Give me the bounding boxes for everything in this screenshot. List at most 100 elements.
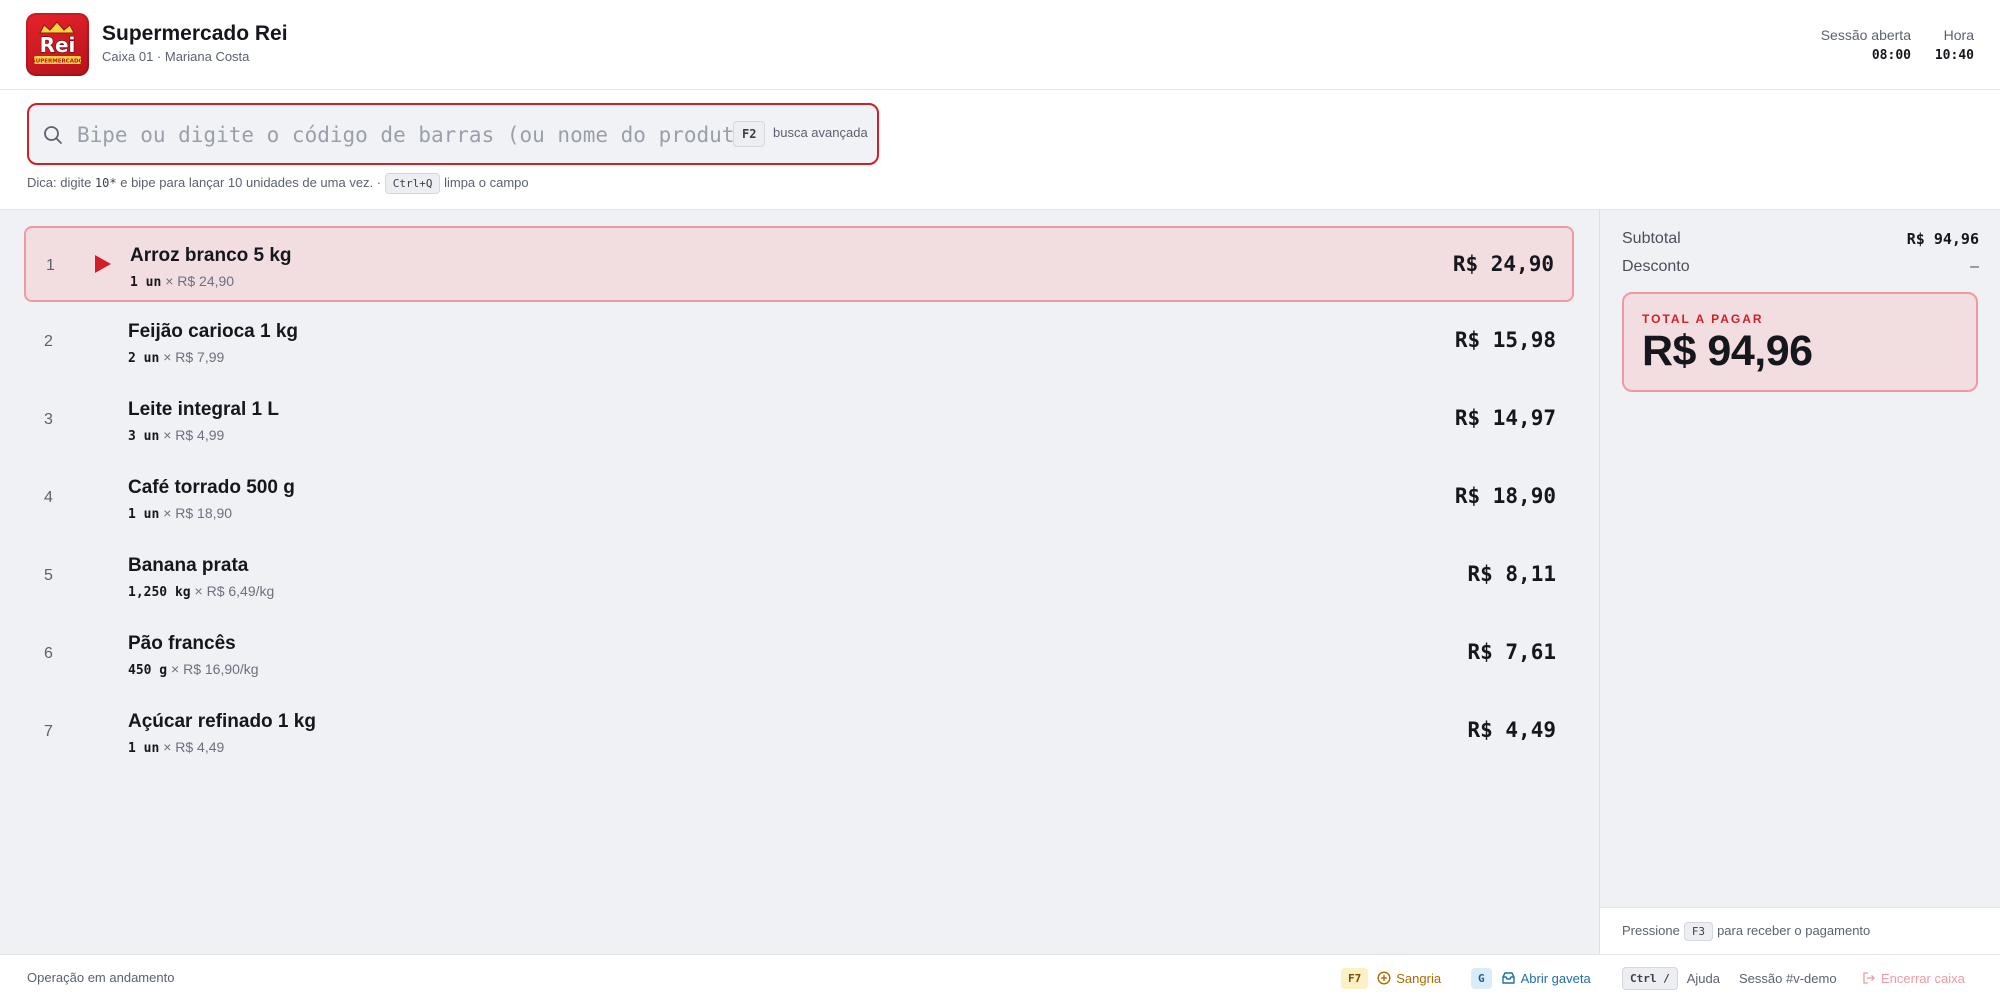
subtotal-value: R$ 94,96 [1906, 230, 1979, 248]
pay-prefix: Pressione [1622, 923, 1680, 938]
item-total: R$ 15,98 [1454, 328, 1556, 352]
svg-text:SUPERMERCADO: SUPERMERCADO [32, 59, 84, 65]
total-box: TOTAL A PAGAR R$ 94,96 [1622, 292, 1978, 392]
payment-hint: Pressione F3 para receber o pagamento [1600, 907, 2000, 954]
item-row[interactable]: 7 Açúcar refinado 1 kg 1 un × R$ 4,49 R$ 4,… [24, 694, 1574, 770]
time-value: 10:40 [1934, 48, 1974, 63]
status-bar: Operação em andamento F7 Sangria G Abrir… [0, 954, 2000, 1000]
item-name: Banana prata [128, 555, 249, 576]
svg-text:Rei: Rei [40, 33, 76, 57]
item-index: 3 [44, 411, 53, 428]
store-logo: Rei SUPERMERCADO [26, 13, 89, 76]
item-unit-price: × R$ 4,49 [163, 739, 225, 755]
search-area: F2 busca avançada Dica: digite 10* e bip… [0, 90, 2000, 210]
item-unit-price: × R$ 24,90 [165, 273, 235, 289]
payment-key[interactable]: F3 [1683, 922, 1714, 941]
item-detail: 450 g × R$ 16,90/kg [128, 661, 259, 678]
session-id-label: Sessão #v-demo [1739, 970, 1837, 986]
item-unit-price: × R$ 6,49/kg [194, 583, 275, 599]
time-label: Hora [1943, 27, 1974, 43]
item-index: 2 [44, 333, 53, 350]
total-label: TOTAL A PAGAR [1642, 312, 1764, 326]
item-unit-price: × R$ 18,90 [163, 505, 233, 521]
search-tip: Dica: digite 10* e bipe para lançar 10 u… [27, 173, 529, 194]
drawer-icon [1501, 972, 1515, 984]
tip-middle: e bipe para lançar 10 unidades de uma ve… [116, 175, 385, 190]
item-total: R$ 8,11 [1467, 562, 1556, 586]
item-row[interactable]: 6 Pão francês 450 g × R$ 16,90/kg R$ 7,61 [24, 616, 1574, 692]
item-name: Açúcar refinado 1 kg [128, 711, 316, 732]
barcode-search-box[interactable]: F2 busca avançada [27, 103, 879, 165]
item-detail: 1 un × R$ 4,49 [128, 739, 224, 756]
item-total: R$ 24,90 [1452, 252, 1554, 276]
item-qty: 3 un [128, 429, 160, 444]
drawer-label: Abrir gaveta [1520, 970, 1591, 986]
close-register-button[interactable]: Encerrar caixa [1862, 966, 1965, 990]
item-detail: 3 un × R$ 4,99 [128, 427, 224, 444]
item-qty: 1 un [130, 275, 162, 290]
item-name: Arroz branco 5 kg [130, 245, 292, 266]
drawer-key: G [1471, 967, 1492, 989]
item-row[interactable]: 5 Banana prata 1,250 kg × R$ 6,49/kg R$ 8,1… [24, 538, 1574, 614]
discount-value: – [1970, 258, 1979, 275]
item-row[interactable]: 3 Leite integral 1 L 3 un × R$ 4,99 R$ 14,9… [24, 382, 1574, 458]
subtotal-label: Subtotal [1622, 230, 1681, 247]
item-detail: 1 un × R$ 24,90 [130, 273, 234, 290]
pay-suffix: para receber o pagamento [1717, 923, 1871, 938]
summary-panel: Subtotal R$ 94,96 Desconto – TOTAL A PAG… [1599, 210, 2000, 954]
logout-icon [1863, 972, 1875, 984]
item-name: Café torrado 500 g [128, 477, 295, 498]
item-row[interactable]: 4 Café torrado 500 g 1 un × R$ 18,90 R$ 18,… [24, 460, 1574, 536]
item-name: Feijão carioca 1 kg [128, 321, 299, 342]
item-qty: 2 un [128, 351, 160, 366]
item-total: R$ 4,49 [1467, 718, 1556, 742]
help-key: Ctrl / [1622, 966, 1678, 990]
app-header: Rei SUPERMERCADO Supermercado Rei Caixa … [0, 0, 2000, 90]
operation-status: Operação em andamento [27, 970, 175, 985]
item-qty: 1 un [128, 741, 160, 756]
search-icon [44, 126, 62, 144]
total-value: R$ 94,96 [1642, 327, 1813, 375]
tip-suffix: limpa o campo [440, 175, 529, 190]
item-detail: 1,250 kg × R$ 6,49/kg [128, 583, 274, 600]
open-drawer-button[interactable]: G Abrir gaveta [1471, 966, 1591, 990]
session-open-block: Sessão aberta 08:00 [1821, 27, 1911, 63]
item-row[interactable]: 2 Feijão carioca 1 kg 2 un × R$ 7,99 R$ 15,… [24, 304, 1574, 380]
item-qty: 450 g [128, 663, 168, 678]
item-total: R$ 14,97 [1454, 406, 1556, 430]
advanced-search-label[interactable]: busca avançada [773, 125, 868, 140]
item-unit-price: × R$ 4,99 [163, 427, 225, 443]
register-info: Caixa 01 · Mariana Costa [102, 49, 250, 64]
sangria-button[interactable]: F7 Sangria [1341, 966, 1441, 990]
item-index: 7 [44, 723, 53, 740]
help-label: Ajuda [1686, 970, 1720, 986]
sangria-label: Sangria [1396, 970, 1442, 986]
item-unit-price: × R$ 7,99 [163, 349, 225, 365]
item-detail: 1 un × R$ 18,90 [128, 505, 232, 522]
item-name: Leite integral 1 L [128, 399, 279, 420]
item-index: 5 [44, 567, 53, 584]
time-block: Hora 10:40 [1935, 27, 1974, 63]
discount-label: Desconto [1622, 258, 1690, 275]
item-index: 4 [44, 489, 53, 506]
session-label: Sessão aberta [1820, 27, 1911, 43]
barcode-input[interactable] [77, 120, 757, 150]
sangria-key: F7 [1341, 967, 1369, 989]
store-name: Supermercado Rei [102, 22, 288, 45]
item-name: Pão francês [128, 633, 236, 654]
item-index: 6 [44, 645, 53, 662]
item-total: R$ 7,61 [1467, 640, 1556, 664]
item-total: R$ 18,90 [1454, 484, 1556, 508]
item-unit-price: × R$ 16,90/kg [171, 661, 259, 677]
session-id: Sessão #v-demo [1739, 966, 1837, 990]
item-row[interactable]: 1 Arroz branco 5 kg 1 un × R$ 24,90 R$ 24,9… [24, 226, 1574, 302]
item-qty: 1 un [128, 507, 160, 522]
item-index: 1 [46, 257, 55, 274]
coin-icon [1377, 971, 1391, 985]
item-qty: 1,250 kg [128, 585, 191, 600]
advanced-search-key[interactable]: F2 [733, 121, 766, 147]
clear-key: Ctrl+Q [384, 173, 441, 194]
tip-code: 10* [94, 176, 117, 190]
session-value: 08:00 [1871, 48, 1911, 63]
help-button[interactable]: Ctrl / Ajuda [1622, 966, 1720, 990]
